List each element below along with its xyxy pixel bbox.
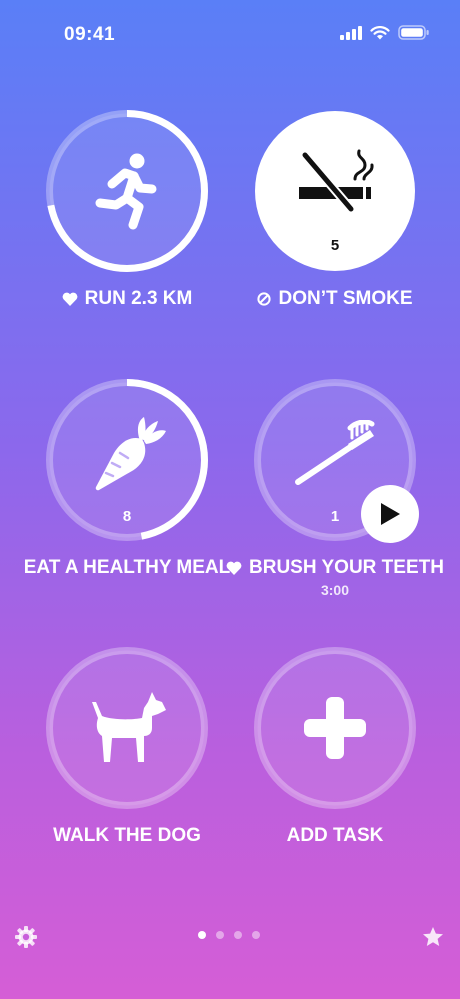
task-label-add-task: ADD TASK [230,825,440,847]
task-label-run: RUN 2.3 KM [22,288,232,310]
cellular-signal-icon [340,25,362,40]
status-icons [340,25,430,40]
favorites-button[interactable] [422,926,444,948]
task-dont-smoke[interactable]: 5 [250,106,420,276]
task-run[interactable] [42,106,212,276]
no-smoking-icon [299,149,374,214]
task-label-dont-smoke: DON’T SMOKE [230,288,440,310]
task-label-text: BRUSH YOUR TEETH [249,557,444,578]
heart-icon [62,292,78,306]
add-task-button[interactable] [250,643,420,813]
page-indicator[interactable] [198,931,260,939]
task-label-text: DON’T SMOKE [278,288,413,309]
task-label-eat-healthy-meal: EAT A HEALTHY MEAL [10,557,244,579]
task-label-walk-the-dog: WALK THE DOG [22,825,232,847]
runner-icon [95,153,157,230]
plus-icon [304,697,366,759]
page-dot-1[interactable] [198,931,206,939]
page-dot-3[interactable] [234,931,242,939]
prohibited-icon [257,292,272,306]
task-eat-healthy-meal[interactable]: 8 [42,375,212,545]
task-label-text: RUN 2.3 KM [84,288,193,309]
task-label-text: EAT A HEALTHY MEAL [23,557,231,578]
task-timer: 3:00 [320,582,350,598]
settings-button[interactable] [14,925,38,949]
page-dot-4[interactable] [252,931,260,939]
page-dot-2[interactable] [216,931,224,939]
start-timer-button[interactable] [361,485,419,543]
task-label-brush-your-teeth: BRUSH YOUR TEETH [226,557,444,579]
task-count: 8 [122,508,132,525]
heart-icon [226,561,242,575]
toothbrush-icon [295,420,375,485]
task-count: 5 [330,237,340,254]
play-icon [381,503,400,525]
task-label-text: ADD TASK [286,825,384,846]
battery-icon [398,25,429,40]
dog-icon [92,692,166,762]
task-walk-the-dog[interactable] [42,643,212,813]
task-label-text: WALK THE DOG [53,825,201,846]
status-time: 09:41 [64,24,116,45]
gear-icon [15,926,37,948]
carrot-icon [95,417,166,491]
status-bar: 09:41 [0,0,460,60]
wifi-icon [370,25,390,39]
star-icon [423,927,443,946]
